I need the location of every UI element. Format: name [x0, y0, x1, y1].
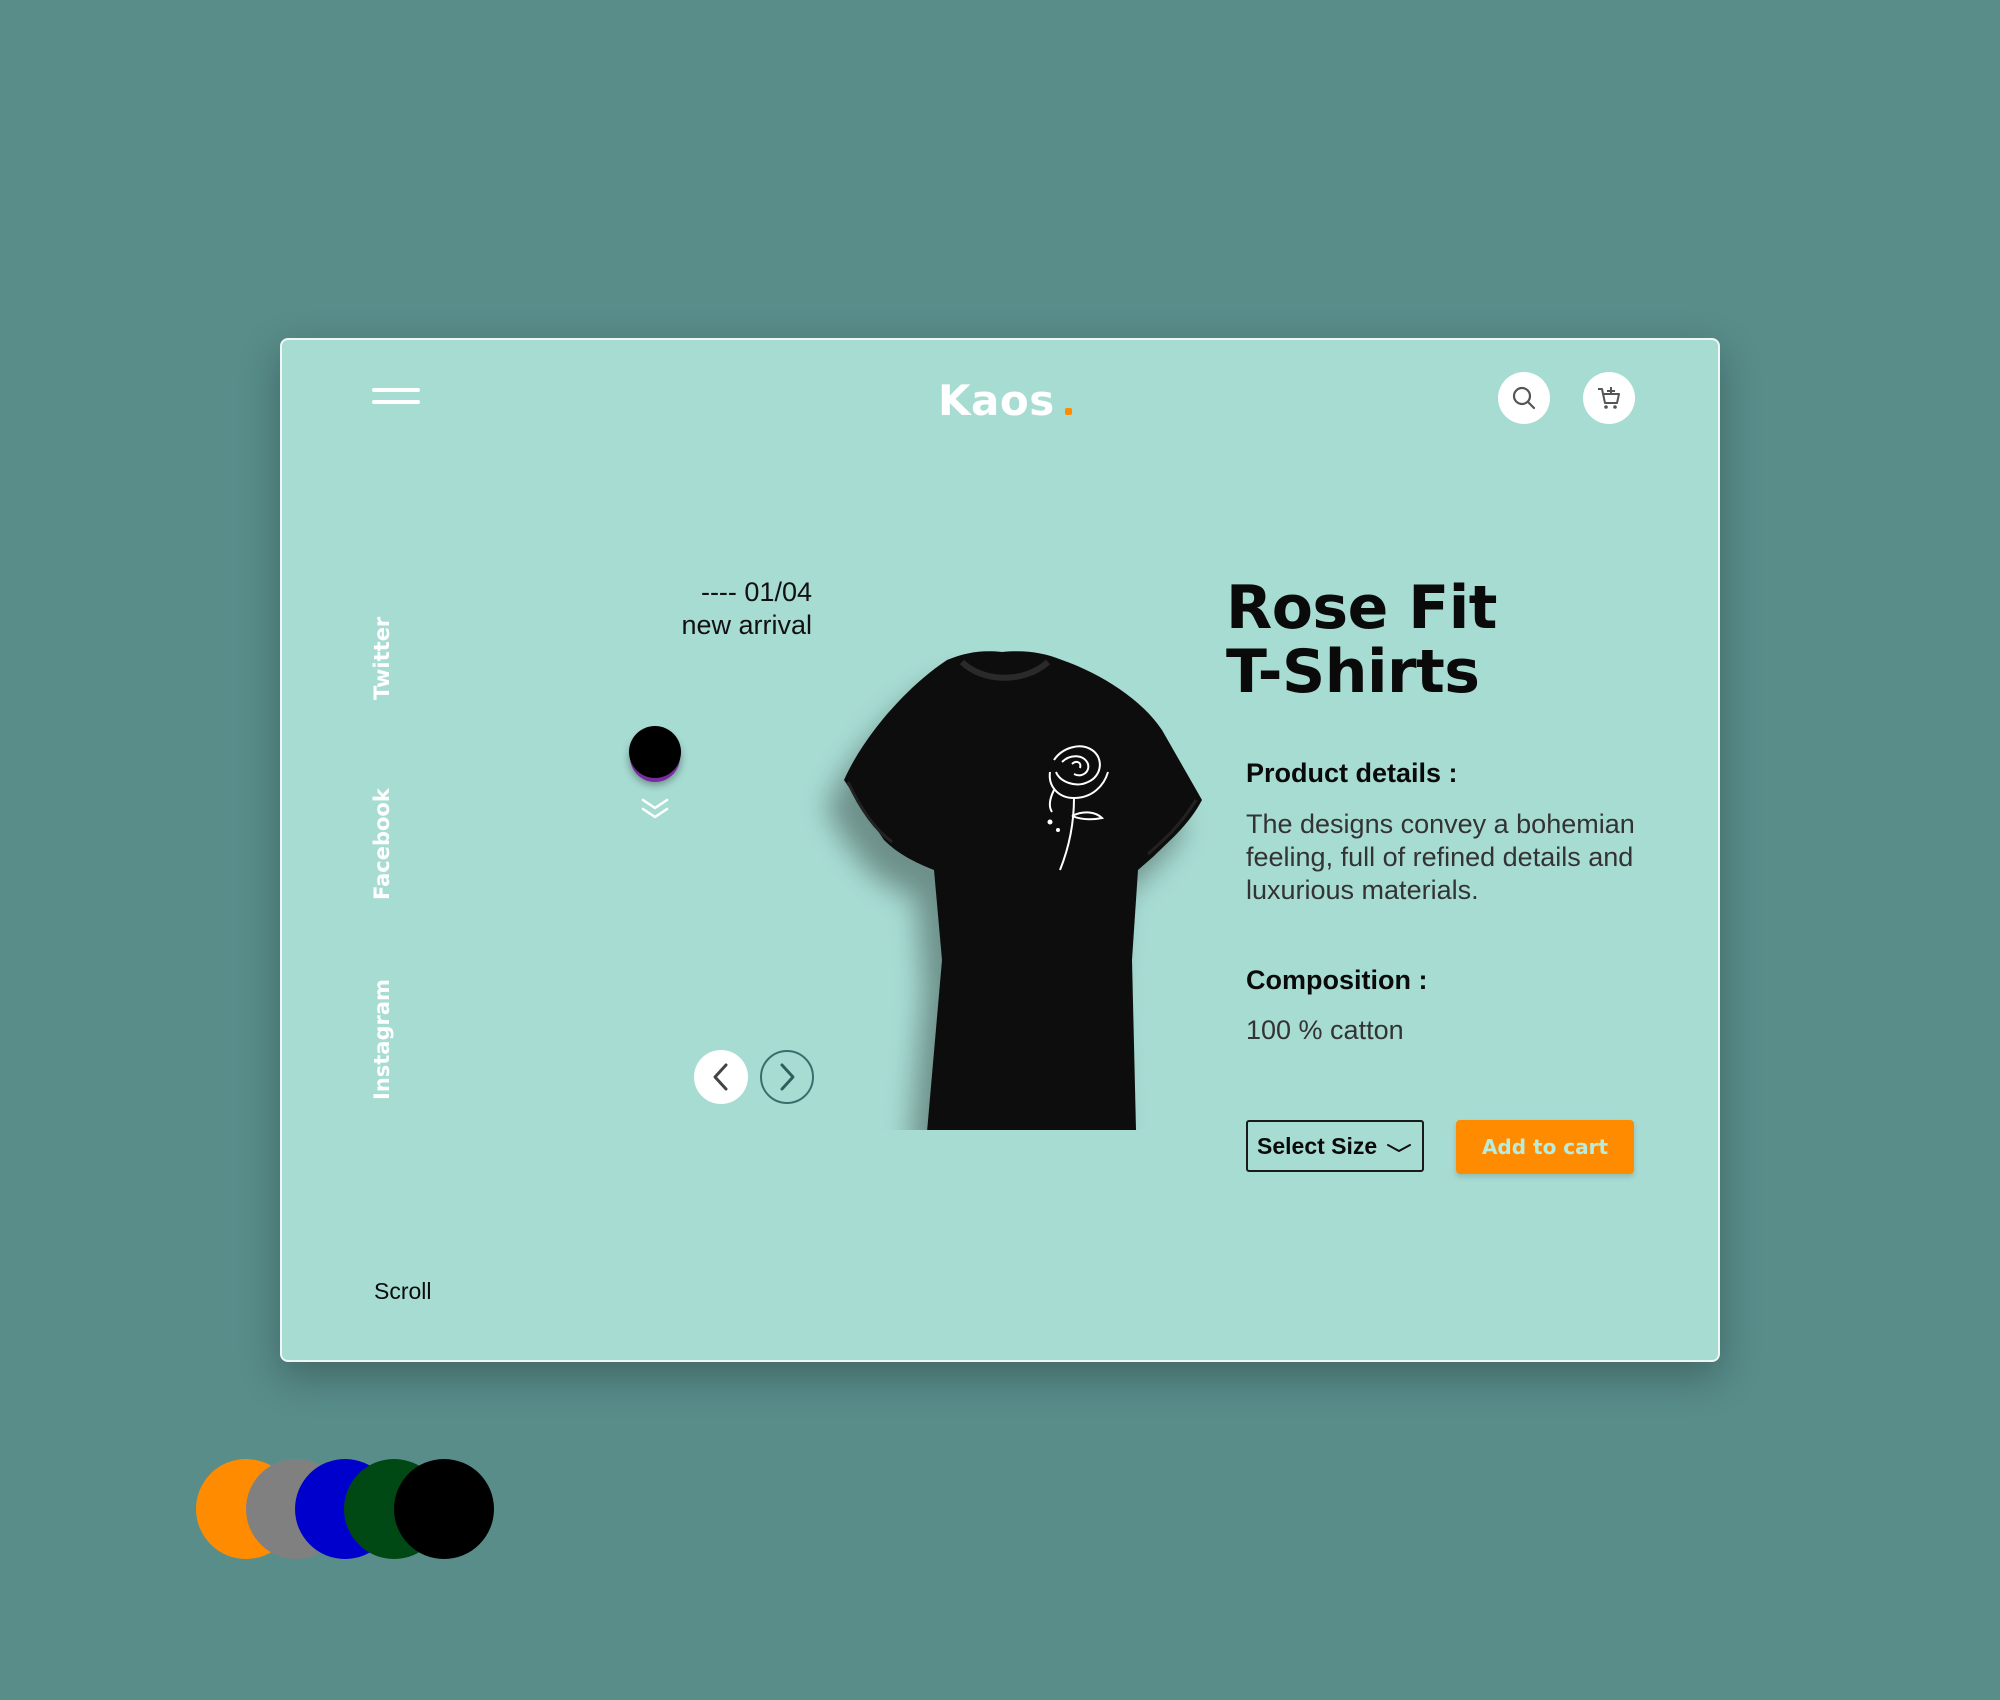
size-select-label: Select Size	[1257, 1132, 1378, 1159]
logo[interactable]: Kaos	[938, 376, 1072, 425]
double-chevron-down-icon[interactable]	[639, 796, 671, 827]
hamburger-menu-icon[interactable]	[372, 384, 420, 410]
social-link-instagram[interactable]: Instagram	[370, 979, 394, 1100]
slide-counter: ---- 01/04	[700, 577, 812, 607]
product-details-label: Product details :	[1246, 758, 1458, 788]
product-card: Kaos Twitter Facebook Instagram ---- 01/…	[280, 338, 1720, 1362]
chevron-down-icon	[1387, 1144, 1411, 1152]
cart-button[interactable]	[1583, 372, 1635, 424]
composition-value: 100 % catton	[1246, 1015, 1404, 1045]
scroll-label[interactable]: Scroll	[374, 1278, 432, 1305]
composition-label: Composition :	[1246, 965, 1428, 995]
social-link-twitter[interactable]: Twitter	[370, 617, 394, 700]
logo-text: Kaos	[938, 376, 1055, 425]
product-title-line1: Rose Fit	[1226, 573, 1497, 643]
search-button[interactable]	[1498, 372, 1550, 424]
product-image-tshirt	[792, 630, 1212, 1136]
size-select[interactable]: Select Size	[1246, 1120, 1424, 1172]
social-link-facebook[interactable]: Facebook	[370, 788, 394, 900]
search-icon	[1512, 386, 1536, 410]
color-option-selected[interactable]	[629, 726, 681, 778]
palette-swatch-black	[394, 1459, 494, 1559]
chevron-left-icon	[713, 1063, 728, 1091]
logo-dot	[1064, 408, 1072, 415]
product-title-line2: T-Shirts	[1226, 637, 1480, 707]
product-title: Rose Fit T-Shirts	[1226, 576, 1497, 704]
cart-add-icon	[1598, 387, 1620, 409]
previous-slide-button[interactable]	[694, 1050, 748, 1104]
add-to-cart-button[interactable]: Add to cart	[1456, 1120, 1634, 1174]
product-description: The designs convey a bohemian feeling, f…	[1246, 809, 1635, 905]
